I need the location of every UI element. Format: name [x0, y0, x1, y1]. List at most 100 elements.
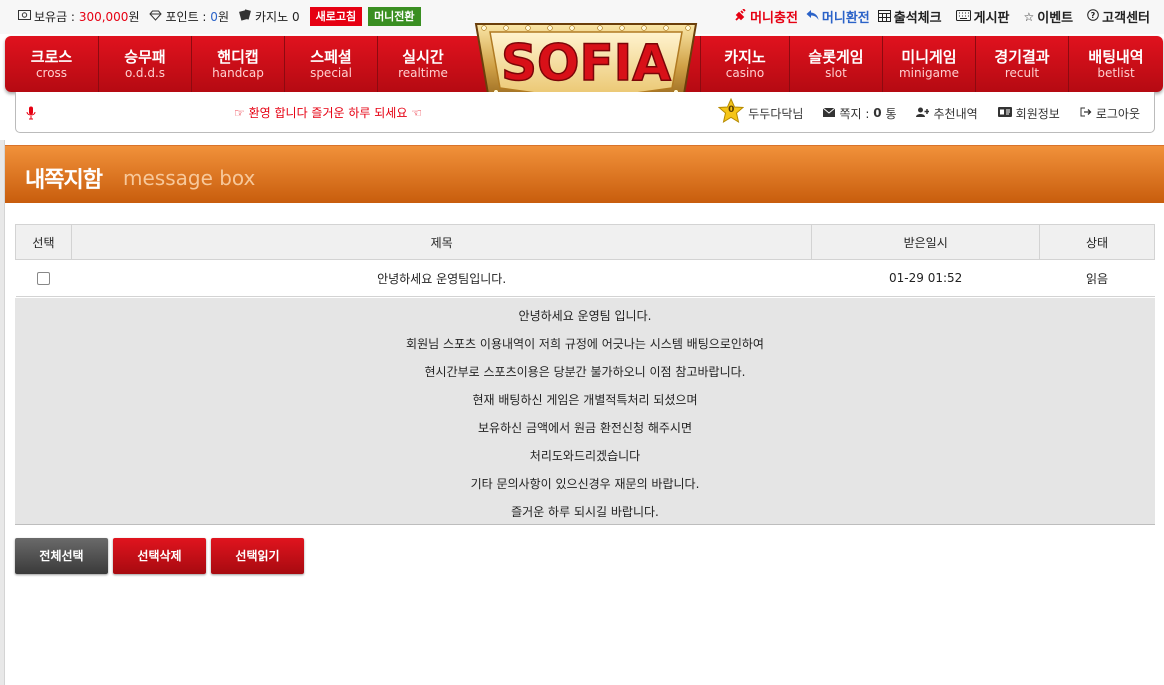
message-line: 즐거운 하루 되시길 바랍니다. — [511, 505, 659, 519]
nav-item-slot[interactable]: 슬롯게임 slot — [790, 36, 883, 92]
messages-count: 0 — [873, 106, 882, 120]
nav-item-sublabel: minigame — [898, 66, 959, 80]
pointing-hand-left-icon: ☜ — [411, 106, 422, 120]
board-label: 게시판 — [973, 11, 1010, 26]
read-selected-button[interactable]: 선택읽기 — [211, 538, 304, 574]
nav-item-label: 핸디캡 — [217, 48, 259, 66]
level-badge: 0 — [728, 105, 735, 115]
recommend-label: 추천내역 — [933, 106, 978, 121]
nav-item-label: 배팅내역 — [1088, 48, 1144, 66]
nav-item-sublabel: special — [310, 66, 352, 80]
event-label: 이벤트 — [1037, 11, 1074, 26]
messages-link[interactable]: 쪽지 : 0 통 — [823, 105, 896, 122]
nav-item-label: 슬롯게임 — [808, 48, 864, 66]
nav-item-cross[interactable]: 크로스 cross — [5, 36, 99, 92]
point-group: 포인트 : 0원 — [149, 8, 229, 25]
board-link[interactable]: 게시판 — [955, 7, 1010, 26]
message-line: 회원님 스포츠 이용내역이 저희 규정에 어긋나는 시스템 배팅으로인하여 — [406, 337, 764, 351]
row-title[interactable]: 안녕하세요 운영팀입니다. — [71, 259, 812, 297]
user-info-bar: 0 두두다닥님 쪽지 : 0 통 추천내역 회원정보 로그아웃 — [718, 98, 1140, 124]
member-info-label: 회원정보 — [1015, 106, 1060, 121]
row-select-cell — [15, 259, 72, 297]
username: 두두다닥님 — [748, 106, 804, 121]
user-level: 0 두두다닥님 — [718, 98, 804, 124]
page: 보유금 : 300,000원 포인트 : 0원 카지노 0 새로고침 머니전환 — [0, 0, 1164, 685]
messages-unit: 통 — [885, 106, 897, 121]
balance-group: 보유금 : 300,000 원 — [18, 8, 139, 25]
recommend-link[interactable]: 추천내역 — [916, 105, 978, 122]
left-edge — [0, 140, 5, 685]
table-row[interactable]: 안녕하세요 운영팀입니다. 01-29 01:52 읽음 — [15, 259, 1155, 297]
nav-item-casino[interactable]: 카지노 casino — [700, 36, 790, 92]
select-all-button[interactable]: 전체선택 — [15, 538, 108, 574]
nav-item-handicap[interactable]: 핸디캡 handcap — [192, 36, 285, 92]
cards-icon — [239, 9, 252, 24]
nav-item-label: 경기결과 — [994, 48, 1050, 66]
nav-item-sublabel: handcap — [212, 66, 264, 80]
nav-item-label: 실시간 — [402, 48, 444, 66]
money-charge-link[interactable]: 머니충전 — [734, 7, 798, 26]
page-subtitle: message box — [123, 166, 256, 190]
point-unit: 원 — [217, 10, 229, 24]
nav-item-realtime[interactable]: 실시간 realtime — [378, 36, 468, 92]
nav-item-minigame[interactable]: 미니게임 minigame — [883, 36, 976, 92]
row-checkbox[interactable] — [36, 272, 50, 285]
logout-link[interactable]: 로그아웃 — [1080, 105, 1140, 122]
point-label: 포인트 : — [165, 10, 207, 24]
row-date: 01-29 01:52 — [811, 259, 1040, 297]
row-status: 읽음 — [1039, 259, 1155, 297]
id-card-icon — [997, 106, 1012, 120]
message-body: 안녕하세요 운영팀 입니다. 회원님 스포츠 이용내역이 저희 규정에 어긋나는… — [15, 298, 1155, 525]
delete-selected-button[interactable]: 선택삭제 — [113, 538, 206, 574]
nav-item-betlist[interactable]: 배팅내역 betlist — [1069, 36, 1163, 92]
attendance-link[interactable]: 출석체크 — [877, 7, 942, 26]
welcome-marquee: ☞ 환영 합니다 즐거운 하루 되세요 ☜ — [234, 104, 422, 121]
messages-label: 쪽지 : — [839, 106, 870, 121]
event-link[interactable]: ☆ 이벤트 — [1024, 7, 1074, 27]
envelope-icon — [823, 107, 836, 120]
balance-value: 300,000 — [78, 9, 129, 24]
nav-item-label: 미니게임 — [901, 48, 957, 66]
money-exchange-label: 머니환전 — [821, 11, 870, 26]
money-exchange-link[interactable]: 머니환전 — [806, 7, 870, 26]
point-value: 0 — [210, 9, 218, 24]
message-actions: 전체선택 선택삭제 선택읽기 — [15, 538, 309, 574]
nav-item-special[interactable]: 스페셜 special — [285, 36, 378, 92]
money-convert-button[interactable]: 머니전환 — [368, 7, 421, 26]
nav-item-label: 스페셜 — [310, 48, 352, 66]
balance-unit: 원 — [128, 10, 140, 24]
support-link[interactable]: ? 고객센터 — [1087, 7, 1150, 26]
nav-item-sublabel: cross — [35, 66, 68, 80]
logout-label: 로그아웃 — [1095, 106, 1140, 121]
balance-label: 보유금 : — [34, 10, 75, 24]
nav-item-label: 카지노 — [724, 48, 766, 66]
message-line: 현재 배팅하신 게임은 개별적특처리 되셨으며 — [472, 393, 698, 407]
pointing-hand-icon: ☞ — [234, 106, 245, 120]
table-header-row: 선택 제목 받은일시 상태 — [15, 224, 1155, 260]
message-table: 선택 제목 받은일시 상태 안녕하세요 운영팀입니다. 01-29 01:52 … — [15, 224, 1155, 297]
nav-item-sublabel: o.d.d.s — [124, 66, 166, 80]
message-line: 처리도와드리겠습니다 — [529, 449, 641, 463]
message-line: 보유하신 금액에서 원금 환전신청 해주시면 — [478, 421, 692, 435]
user-plus-icon — [916, 107, 930, 120]
column-header-select: 선택 — [15, 224, 72, 260]
nav-item-sublabel: slot — [825, 66, 847, 80]
money-charge-label: 머니충전 — [750, 11, 798, 26]
page-title: 내쪽지함 — [25, 168, 103, 193]
microphone-icon — [26, 105, 36, 120]
casino-value: 0 — [291, 9, 300, 24]
welcome-text: 환영 합니다 즐거운 하루 되세요 — [248, 106, 408, 120]
logo-text: SOFIA — [501, 34, 671, 92]
member-info-link[interactable]: 회원정보 — [997, 105, 1060, 122]
nav-item-results[interactable]: 경기결과 recult — [976, 36, 1069, 92]
refresh-button[interactable]: 새로고침 — [309, 7, 363, 26]
plug-icon — [734, 7, 747, 25]
column-header-date: 받은일시 — [811, 224, 1041, 260]
keyboard-icon — [955, 9, 971, 24]
nav-item-label: 크로스 — [30, 48, 73, 66]
column-header-title: 제목 — [70, 224, 813, 260]
nav-item-sublabel: casino — [725, 66, 765, 80]
nav-item-odds[interactable]: 승무패 o.d.d.s — [99, 36, 192, 92]
message-line: 현시간부로 스포츠이용은 당분간 불가하오니 이점 참고바랍니다. — [424, 365, 746, 379]
support-label: 고객센터 — [1102, 11, 1150, 26]
